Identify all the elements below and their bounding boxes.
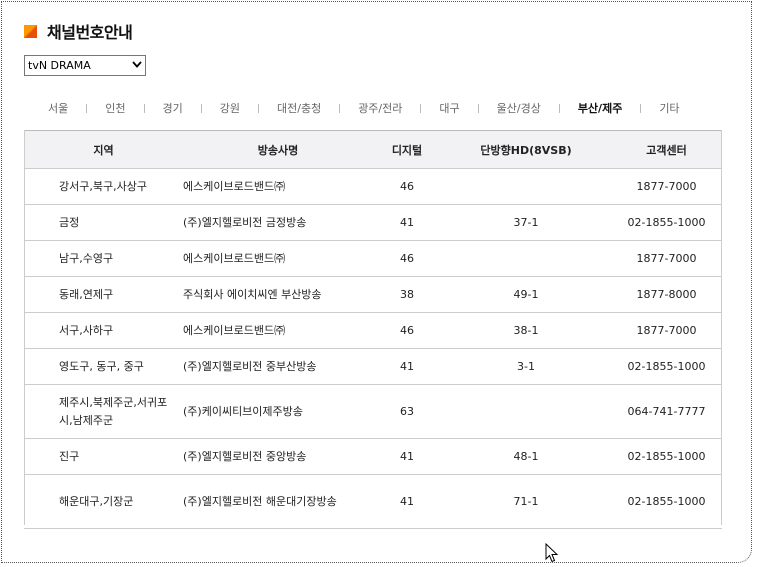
cell-hd: 37-1: [441, 204, 611, 241]
cell-hd: 48-1: [441, 438, 611, 475]
cell-center: 1877-7000: [611, 312, 722, 349]
channel-select-value: tvN DRAMA: [28, 59, 91, 72]
cell-digital: 41: [373, 438, 441, 475]
cell-provider: (주)엘지헬로비전 중부산방송: [183, 348, 373, 385]
mouse-cursor-icon: [545, 543, 559, 563]
header-digital: 디지털: [373, 130, 441, 169]
cell-region: 남구,수영구: [24, 240, 183, 277]
region-tab[interactable]: 광주/전라: [358, 100, 402, 116]
region-separator: [420, 103, 422, 113]
cell-digital: 41: [373, 474, 441, 529]
header-region: 지역: [24, 130, 183, 169]
page-title: 채널번호안내: [47, 23, 133, 42]
region-separator: [143, 103, 145, 113]
cell-region: 해운대구,기장군: [24, 474, 183, 529]
cell-region: 동래,연제구: [24, 276, 183, 313]
cell-hd: 38-1: [441, 312, 611, 349]
cell-provider: (주)엘지헬로비전 중앙방송: [183, 438, 373, 475]
cell-digital: 46: [373, 168, 441, 205]
region-tabs: 서울 인천 경기 강원 대전/충청 광주/전라 대구 울산/경상 부산/제주 기타: [24, 99, 722, 117]
region-tab[interactable]: 서울: [48, 100, 68, 116]
cell-region: 영도구, 동구, 중구: [24, 348, 183, 385]
cell-center: 064-741-7777: [611, 384, 722, 439]
table-row: 남구,수영구 에스케이브로드밴드㈜ 46 1877-7000: [24, 240, 722, 277]
cell-center: 02-1855-1000: [611, 438, 722, 475]
cell-hd: [441, 240, 611, 277]
page-header: 채널번호안내: [24, 20, 133, 42]
header-center: 고객센터: [611, 130, 722, 169]
region-tab[interactable]: 대구: [439, 100, 459, 116]
table-row: 영도구, 동구, 중구 (주)엘지헬로비전 중부산방송 41 3-1 02-1855-1…: [24, 348, 722, 385]
cell-digital: 41: [373, 204, 441, 241]
region-tab[interactable]: 대전/충청: [277, 100, 321, 116]
cell-center: 1877-8000: [611, 276, 722, 313]
cell-center: 1877-7000: [611, 168, 722, 205]
region-separator: [86, 103, 88, 113]
table-row: 동래,연제구 주식회사 에이치씨엔 부산방송 38 49-1 1877-8000: [24, 276, 722, 313]
cell-region: 금정: [24, 204, 183, 241]
cell-hd: [441, 168, 611, 205]
cell-region: 서구,사하구: [24, 312, 183, 349]
region-separator: [258, 103, 259, 113]
cell-digital: 63: [373, 384, 441, 439]
cell-provider: (주)엘지헬로비전 금정방송: [183, 204, 373, 241]
table-row: 강서구,북구,사상구 에스케이브로드밴드㈜ 46 1877-7000: [24, 168, 722, 205]
cell-hd: 3-1: [441, 348, 611, 385]
channel-table: 지역 방송사명 디지털 단방향HD(8VSB) 고객센터 강서구,북구,사상구 에…: [24, 130, 722, 529]
cell-provider: 에스케이브로드밴드㈜: [183, 312, 373, 349]
region-tab[interactable]: 기타: [659, 100, 679, 116]
table-row: 금정 (주)엘지헬로비전 금정방송 41 37-1 02-1855-1000: [24, 204, 722, 241]
cell-provider: (주)엘지헬로비전 해운대기장방송: [183, 474, 373, 529]
region-separator: [558, 103, 560, 113]
table-row: 서구,사하구 에스케이브로드밴드㈜ 46 38-1 1877-7000: [24, 312, 722, 349]
cell-region: 진구: [24, 438, 183, 475]
cell-hd: 49-1: [441, 276, 611, 313]
cell-center: 1877-7000: [611, 240, 722, 277]
region-tab[interactable]: 울산/경상: [497, 100, 541, 116]
cell-hd: [441, 384, 611, 439]
cell-digital: 46: [373, 312, 441, 349]
cell-provider: (주)케이씨티브이제주방송: [183, 384, 373, 439]
cell-provider: 에스케이브로드밴드㈜: [183, 240, 373, 277]
channel-select[interactable]: tvN DRAMA: [24, 55, 146, 76]
region-separator: [477, 103, 479, 113]
cell-center: 02-1855-1000: [611, 204, 722, 241]
cell-digital: 46: [373, 240, 441, 277]
table-row: 해운대구,기장군 (주)엘지헬로비전 해운대기장방송 41 71-1 02-1855-1…: [24, 474, 722, 529]
table-header-row: 지역 방송사명 디지털 단방향HD(8VSB) 고객센터: [24, 130, 722, 169]
region-tab[interactable]: 경기: [163, 100, 183, 116]
cell-digital: 38: [373, 276, 441, 313]
header-hd: 단방향HD(8VSB): [441, 130, 611, 169]
region-tab[interactable]: 강원: [220, 100, 240, 116]
cell-region: 제주시,북제주군,서귀포시,남제주군: [24, 384, 183, 439]
region-separator: [339, 103, 341, 113]
cell-provider: 에스케이브로드밴드㈜: [183, 168, 373, 205]
chevron-down-icon: [129, 60, 145, 71]
region-separator: [200, 103, 202, 113]
cell-provider: 주식회사 에이치씨엔 부산방송: [183, 276, 373, 313]
region-tab[interactable]: 인천: [105, 100, 125, 116]
cell-region: 강서구,북구,사상구: [24, 168, 183, 205]
cell-center: 02-1855-1000: [611, 474, 722, 529]
region-separator: [640, 103, 642, 113]
cell-hd: 71-1: [441, 474, 611, 529]
region-tab[interactable]: 부산/제주: [578, 100, 623, 116]
title-marker-icon: [24, 24, 37, 38]
cell-digital: 41: [373, 348, 441, 385]
table-row: 진구 (주)엘지헬로비전 중앙방송 41 48-1 02-1855-1000: [24, 438, 722, 475]
table-row: 제주시,북제주군,서귀포시,남제주군 (주)케이씨티브이제주방송 63 064-741…: [24, 384, 722, 439]
header-provider: 방송사명: [183, 130, 373, 169]
cell-center: 02-1855-1000: [611, 348, 722, 385]
